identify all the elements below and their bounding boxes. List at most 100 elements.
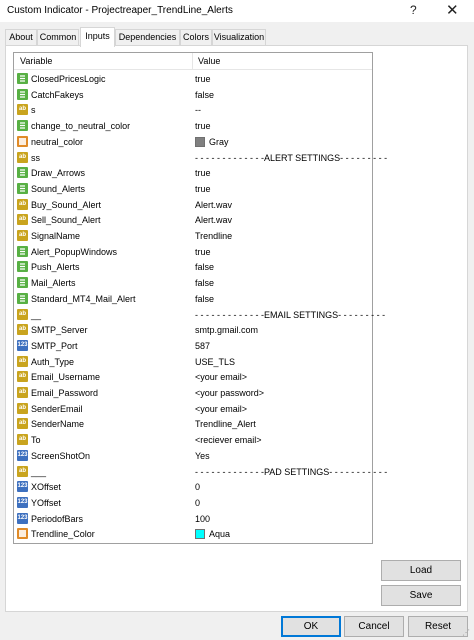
input-row[interactable]: ab Sell_Sound_Alert Alert.wav (14, 212, 372, 228)
variable-value[interactable]: Alert.wav (195, 200, 232, 210)
variable-value[interactable]: 0 (195, 482, 200, 492)
input-row[interactable]: 123 PeriodofBars 100 (14, 511, 372, 527)
string-type-icon: ab (17, 434, 28, 446)
variable-value[interactable]: - - - - - - - - - - - - -ALERT SETTINGS-… (195, 153, 387, 163)
boolean-type-icon (17, 277, 28, 289)
variable-name: Mail_Alerts (31, 278, 76, 289)
tab-common[interactable]: Common (37, 29, 79, 46)
integer-type-icon: 123 (17, 481, 28, 493)
input-row[interactable]: ab To <reciever email> (14, 432, 372, 448)
variable-value[interactable]: true (195, 74, 211, 84)
color-type-icon (17, 135, 28, 147)
variable-value[interactable]: true (195, 168, 211, 178)
save-button[interactable]: Save (381, 585, 461, 606)
variable-value[interactable]: false (195, 262, 214, 272)
variable-value[interactable]: USE_TLS (195, 357, 235, 367)
input-row[interactable]: neutral_color Gray (14, 134, 372, 150)
input-row[interactable]: ab Email_Password <your password> (14, 385, 372, 401)
input-row[interactable]: ab s -- (14, 102, 372, 118)
variable-value[interactable]: false (195, 90, 214, 100)
variable-name: Trendline_Color (31, 529, 95, 540)
input-row[interactable]: ab SenderEmail <your email> (14, 401, 372, 417)
load-button[interactable]: Load (381, 560, 461, 581)
variable-value[interactable]: <your email> (195, 372, 247, 382)
ok-button[interactable]: OK (281, 616, 341, 637)
variable-name: ClosedPricesLogic (31, 74, 106, 84)
variable-value[interactable]: - - - - - - - - - - - - -PAD SETTINGS- -… (195, 467, 387, 477)
input-row[interactable]: ab ss - - - - - - - - - - - - -ALERT SETTI… (14, 150, 387, 166)
boolean-type-icon (17, 261, 28, 273)
input-row[interactable]: ClosedPricesLogic true (14, 71, 372, 87)
integer-type-icon: 123 (17, 449, 28, 461)
input-row[interactable]: Push_Alerts false (14, 259, 372, 275)
variable-value[interactable]: Yes (195, 451, 210, 461)
tab-inputs[interactable]: Inputs (80, 27, 115, 47)
color-swatch[interactable] (195, 529, 205, 540)
variable-value[interactable]: 0 (195, 498, 200, 508)
variable-name: SignalName (31, 231, 81, 241)
variable-value[interactable]: Gray (209, 137, 229, 147)
input-row[interactable]: 123 XOffset 0 (14, 479, 372, 495)
variable-column-header[interactable]: Variable (20, 56, 52, 66)
tab-colors[interactable]: Colors (180, 29, 212, 46)
input-row[interactable]: 123 YOffset 0 (14, 495, 372, 511)
variable-value[interactable]: false (195, 294, 214, 304)
input-row[interactable]: Trendline_Color Aqua (14, 526, 372, 542)
cancel-button[interactable]: Cancel (344, 616, 404, 637)
variable-value[interactable]: Alert.wav (195, 215, 232, 225)
input-row[interactable]: CatchFakeys false (14, 87, 372, 103)
variable-name: Draw_Arrows (31, 168, 86, 179)
boolean-type-icon (17, 73, 28, 84)
variable-value[interactable]: false (195, 278, 214, 288)
variable-value[interactable]: true (195, 184, 211, 194)
input-row[interactable]: ab Auth_Type USE_TLS (14, 354, 372, 370)
input-row[interactable]: Draw_Arrows true (14, 165, 372, 181)
variable-value[interactable]: 100 (195, 514, 210, 524)
tab-visualization[interactable]: Visualization (212, 29, 266, 46)
column-divider[interactable] (192, 53, 193, 70)
input-row[interactable]: ab Buy_Sound_Alert Alert.wav (14, 197, 372, 213)
variable-value[interactable]: <your email> (195, 404, 247, 414)
resize-grip-icon[interactable]: ⋰ (462, 628, 472, 638)
input-row[interactable]: change_to_neutral_color true (14, 118, 372, 134)
variable-value[interactable]: <your password> (195, 388, 264, 398)
close-icon[interactable]: ✕ (446, 1, 459, 19)
reset-button[interactable]: Reset (408, 616, 468, 637)
variable-name: s (31, 105, 36, 116)
input-row[interactable]: 123 ScreenShotOn Yes (14, 448, 372, 464)
variable-value[interactable]: -- (195, 105, 201, 115)
boolean-type-icon (17, 88, 28, 100)
variable-value[interactable]: <reciever email> (195, 435, 262, 445)
variable-value[interactable]: true (195, 121, 211, 131)
input-row[interactable]: ab Email_Username <your email> (14, 369, 372, 385)
variable-value[interactable]: Trendline (195, 231, 232, 241)
variable-name: To (31, 435, 41, 446)
input-row[interactable]: Alert_PopupWindows true (14, 244, 372, 260)
input-row[interactable]: ab SMTP_Server smtp.gmail.com (14, 322, 372, 338)
input-row[interactable]: ab SenderName Trendline_Alert (14, 416, 372, 432)
input-row[interactable]: ab SignalName Trendline (14, 228, 372, 244)
input-row[interactable]: Sound_Alerts true (14, 181, 372, 197)
tab-about[interactable]: About (5, 29, 37, 46)
tab-dependencies[interactable]: Dependencies (115, 29, 180, 46)
input-row[interactable]: ab ___ - - - - - - - - - - - - -PAD SETTIN… (14, 464, 387, 480)
variable-value[interactable]: Aqua (209, 529, 230, 539)
input-row[interactable]: ab __ - - - - - - - - - - - - -EMAIL SETTI… (14, 307, 385, 323)
input-row[interactable]: Mail_Alerts false (14, 275, 372, 291)
variable-value[interactable]: Trendline_Alert (195, 419, 256, 429)
variable-value[interactable]: true (195, 247, 211, 257)
color-swatch[interactable] (195, 136, 205, 147)
input-row[interactable]: Standard_MT4_Mail_Alert false (14, 291, 372, 307)
variable-value[interactable]: 587 (195, 341, 210, 351)
string-type-icon: ab (17, 324, 28, 336)
integer-type-icon: 123 (17, 339, 28, 351)
variable-value[interactable]: smtp.gmail.com (195, 325, 258, 335)
variable-name: Auth_Type (31, 356, 75, 367)
variable-value[interactable]: - - - - - - - - - - - - -EMAIL SETTINGS-… (195, 310, 385, 320)
integer-type-icon: 123 (17, 512, 28, 524)
title-bar: Custom Indicator - Projectreaper_TrendLi… (0, 0, 474, 22)
variable-name: change_to_neutral_color (31, 121, 131, 132)
help-icon[interactable]: ? (410, 3, 417, 17)
input-row[interactable]: 123 SMTP_Port 587 (14, 338, 372, 354)
value-column-header[interactable]: Value (198, 56, 220, 66)
